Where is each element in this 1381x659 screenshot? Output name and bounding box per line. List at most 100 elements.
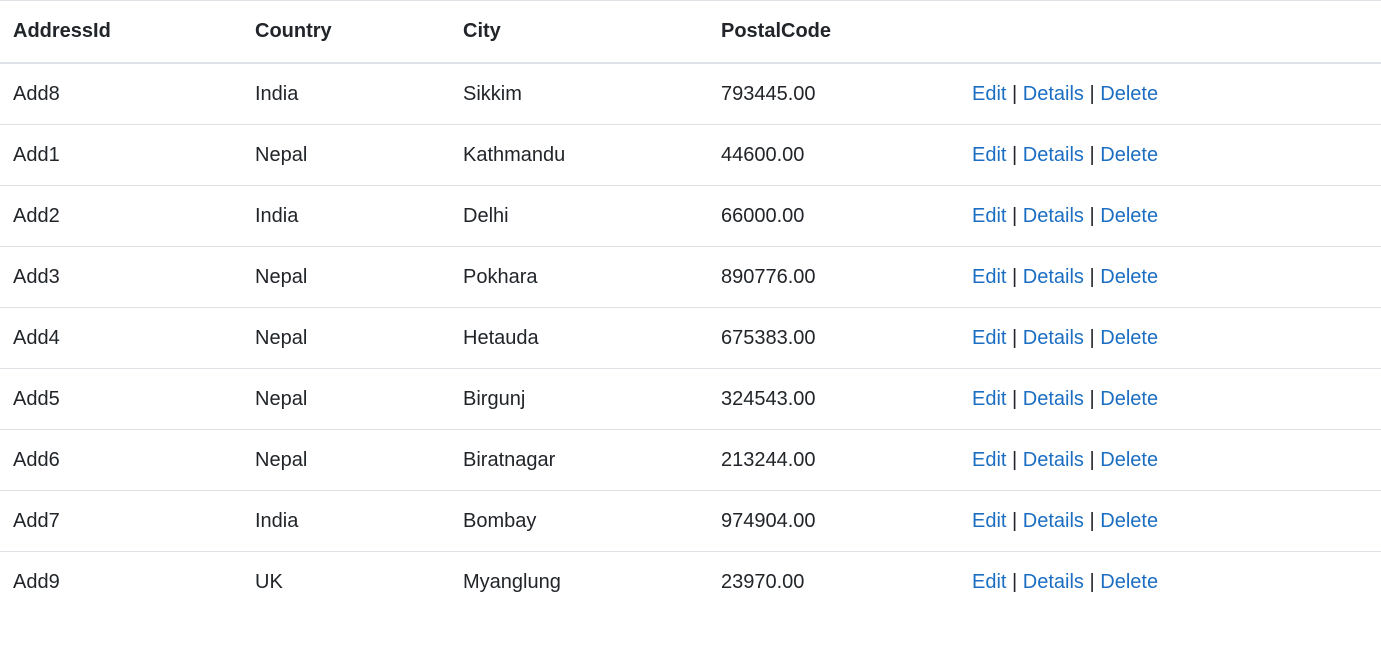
action-separator: | (1012, 509, 1018, 532)
cell-city: Kathmandu (450, 124, 708, 186)
cell-city: Hetauda (450, 307, 708, 369)
cell-postal-code: 890776.00 (708, 246, 972, 308)
delete-link[interactable]: Delete (1100, 144, 1158, 166)
cell-address-id: Add5 (0, 368, 242, 430)
cell-city: Birgunj (450, 368, 708, 430)
table-header: AddressId Country City PostalCode (0, 0, 1381, 64)
cell-city: Delhi (450, 185, 708, 247)
action-separator: | (1089, 509, 1095, 532)
header-city: City (450, 0, 708, 64)
action-separator: | (1012, 448, 1018, 471)
cell-actions: Edit | Details | Delete (972, 63, 1381, 125)
edit-link[interactable]: Edit (972, 83, 1006, 105)
cell-address-id: Add6 (0, 429, 242, 491)
table-row: Add7 India Bombay 974904.00 Edit | Detai… (0, 490, 1381, 552)
header-postal-code: PostalCode (708, 0, 972, 64)
delete-link[interactable]: Delete (1100, 571, 1158, 593)
action-separator: | (1012, 326, 1018, 349)
delete-link[interactable]: Delete (1100, 510, 1158, 532)
cell-address-id: Add1 (0, 124, 242, 186)
action-separator: | (1089, 265, 1095, 288)
cell-country: Nepal (242, 246, 450, 308)
table-row: Add6 Nepal Biratnagar 213244.00 Edit | D… (0, 429, 1381, 491)
edit-link[interactable]: Edit (972, 205, 1006, 227)
details-link[interactable]: Details (1023, 449, 1084, 471)
cell-actions: Edit | Details | Delete (972, 429, 1381, 491)
table-row: Add5 Nepal Birgunj 324543.00 Edit | Deta… (0, 368, 1381, 430)
action-separator: | (1089, 143, 1095, 166)
cell-actions: Edit | Details | Delete (972, 552, 1381, 613)
action-separator: | (1012, 204, 1018, 227)
edit-link[interactable]: Edit (972, 266, 1006, 288)
cell-country: India (242, 185, 450, 247)
action-separator: | (1012, 82, 1018, 105)
details-link[interactable]: Details (1023, 266, 1084, 288)
cell-actions: Edit | Details | Delete (972, 185, 1381, 247)
delete-link[interactable]: Delete (1100, 205, 1158, 227)
cell-postal-code: 324543.00 (708, 368, 972, 430)
edit-link[interactable]: Edit (972, 327, 1006, 349)
action-separator: | (1012, 265, 1018, 288)
action-separator: | (1089, 448, 1095, 471)
cell-actions: Edit | Details | Delete (972, 124, 1381, 186)
details-link[interactable]: Details (1023, 83, 1084, 105)
cell-country: Nepal (242, 307, 450, 369)
cell-country: India (242, 63, 450, 125)
header-address-id: AddressId (0, 0, 242, 64)
cell-address-id: Add9 (13, 570, 60, 593)
cell-city: Bombay (450, 490, 708, 552)
edit-link[interactable]: Edit (972, 388, 1006, 410)
cell-country: Nepal (242, 368, 450, 430)
cell-actions: Edit | Details | Delete (972, 490, 1381, 552)
table-body: Add8 India Sikkim 793445.00 Edit | Detai… (0, 63, 1381, 612)
action-separator: | (1089, 82, 1095, 105)
details-link[interactable]: Details (1023, 571, 1084, 593)
delete-link[interactable]: Delete (1100, 327, 1158, 349)
cell-address-id: Add3 (0, 246, 242, 308)
table-row: Add3 Nepal Pokhara 890776.00 Edit | Deta… (0, 246, 1381, 308)
action-separator: | (1089, 387, 1095, 410)
table-row: Add4 Nepal Hetauda 675383.00 Edit | Deta… (0, 307, 1381, 369)
cell-country: India (242, 490, 450, 552)
edit-link[interactable]: Edit (972, 449, 1006, 471)
delete-link[interactable]: Delete (1100, 388, 1158, 410)
delete-link[interactable]: Delete (1100, 83, 1158, 105)
cell-actions: Edit | Details | Delete (972, 307, 1381, 369)
table-row: Add8 India Sikkim 793445.00 Edit | Detai… (0, 63, 1381, 125)
cell-city: Biratnagar (450, 429, 708, 491)
cell-postal-code: 793445.00 (708, 63, 972, 125)
cell-address-id: Add4 (0, 307, 242, 369)
action-separator: | (1012, 387, 1018, 410)
cell-address-id: Add7 (0, 490, 242, 552)
edit-link[interactable]: Edit (972, 571, 1006, 593)
address-table: AddressId Country City PostalCode Add8 I… (0, 0, 1381, 612)
cell-city: Pokhara (450, 246, 708, 308)
cell-postal-code: 44600.00 (708, 124, 972, 186)
cell-postal-code: 675383.00 (708, 307, 972, 369)
action-separator: | (1012, 143, 1018, 166)
cell-country: UK (255, 570, 283, 593)
action-separator: | (1089, 570, 1095, 593)
delete-link[interactable]: Delete (1100, 449, 1158, 471)
table-row: Add1 Nepal Kathmandu 44600.00 Edit | Det… (0, 124, 1381, 186)
cell-address-id: Add8 (0, 63, 242, 125)
delete-link[interactable]: Delete (1100, 266, 1158, 288)
edit-link[interactable]: Edit (972, 510, 1006, 532)
cell-postal-code: 974904.00 (708, 490, 972, 552)
details-link[interactable]: Details (1023, 510, 1084, 532)
details-link[interactable]: Details (1023, 327, 1084, 349)
cell-postal-code: 66000.00 (708, 185, 972, 247)
cell-actions: Edit | Details | Delete (972, 246, 1381, 308)
details-link[interactable]: Details (1023, 205, 1084, 227)
cell-city: Myanglung (463, 570, 561, 593)
details-link[interactable]: Details (1023, 144, 1084, 166)
details-link[interactable]: Details (1023, 388, 1084, 410)
cell-actions: Edit | Details | Delete (972, 368, 1381, 430)
table-row: Add2 India Delhi 66000.00 Edit | Details… (0, 185, 1381, 247)
action-separator: | (1089, 326, 1095, 349)
cell-country: Nepal (242, 124, 450, 186)
cell-address-id: Add2 (0, 185, 242, 247)
header-country: Country (242, 0, 450, 64)
edit-link[interactable]: Edit (972, 144, 1006, 166)
cell-postal-code: 213244.00 (708, 429, 972, 491)
